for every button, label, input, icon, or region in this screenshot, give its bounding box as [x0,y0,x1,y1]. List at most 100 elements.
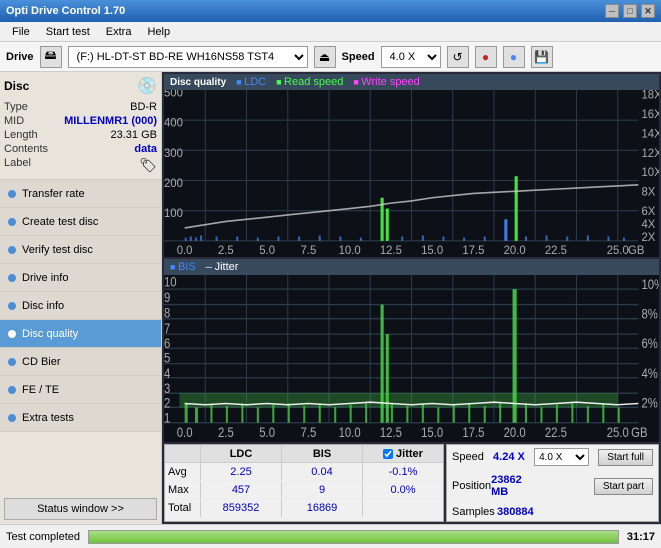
svg-text:2X: 2X [641,231,655,244]
eject-button[interactable]: ⏏ [314,46,336,68]
svg-text:7.5: 7.5 [300,244,316,257]
nav-label: Disc quality [22,328,78,340]
nav-label: FE / TE [22,384,59,396]
blue-button[interactable]: ● [503,46,525,68]
drivebar: Drive 🖴 (F:) HL-DT-ST BD-RE WH16NS58 TST… [0,42,661,72]
svg-text:7.5: 7.5 [300,424,316,441]
stats-section: LDC BIS Jitter Avg 2.25 0.04 -0.1% Max [164,444,659,522]
svg-text:18X: 18X [641,90,659,102]
nav-label: Create test disc [22,216,98,228]
label-icon: 🏷 [139,157,157,174]
svg-text:12X: 12X [641,147,659,160]
nav-fe-te[interactable]: FE / TE [0,376,161,404]
progress-bar-container [88,530,619,544]
svg-text:8X: 8X [641,185,655,198]
refresh-button[interactable]: ↺ [447,46,469,68]
col-header-empty [165,445,201,462]
nav-extra-tests[interactable]: Extra tests [0,404,161,432]
svg-text:2%: 2% [641,394,657,411]
svg-text:12.5: 12.5 [380,424,402,441]
bis-jitter-chart: ■ BIS ─ Jitter [164,259,659,442]
chart1-header: Disc quality ■ LDC ■ Read speed ■ Write … [164,74,659,90]
drive-label: Drive [6,51,34,63]
progress-bar-fill [89,531,618,543]
svg-text:10X: 10X [641,166,659,179]
nav-dot [8,246,16,254]
svg-text:500: 500 [164,90,183,100]
nav-dot [8,414,16,422]
svg-text:6%: 6% [641,335,657,352]
svg-text:14X: 14X [641,127,659,140]
nav-dot [8,358,16,366]
svg-text:20.0: 20.0 [504,244,526,257]
total-jitter [363,499,443,517]
samples-value: 380884 [497,506,534,518]
chart1-area: 500 400 300 200 100 18X 16X 14X 12X 10X … [164,90,659,257]
speed-select[interactable]: 4.0 X [381,46,441,68]
left-panel: Disc 💿 Type BD-R MID MILLENMR1 (000) Len… [0,72,162,524]
max-jitter: 0.0% [363,481,443,498]
svg-text:20.0: 20.0 [504,424,526,441]
position-label: Position [452,480,491,492]
menu-file[interactable]: File [4,24,38,40]
legend-read: ■ Read speed [276,76,343,88]
nav-dot [8,386,16,394]
nav-label: CD Bier [22,356,61,368]
svg-text:9: 9 [164,289,170,306]
svg-text:4X: 4X [641,218,655,231]
svg-text:400: 400 [164,116,183,129]
nav-label: Disc info [22,300,64,312]
minimize-button[interactable]: ─ [605,4,619,18]
nav-disc-quality[interactable]: Disc quality [0,320,161,348]
maximize-button[interactable]: □ [623,4,637,18]
svg-text:GB: GB [631,424,647,441]
svg-text:GB: GB [628,244,645,257]
menu-help[interactable]: Help [139,24,178,40]
nav-dot [8,218,16,226]
col-header-bis: BIS [282,445,363,462]
svg-text:22.5: 22.5 [545,244,567,257]
menu-start-test[interactable]: Start test [38,24,98,40]
nav-cd-bier[interactable]: CD Bier [0,348,161,376]
position-value: 23862 MB [491,474,540,498]
jitter-checkbox[interactable] [383,449,393,459]
stats-table: LDC BIS Jitter Avg 2.25 0.04 -0.1% Max [164,444,444,522]
save-button[interactable]: 💾 [531,46,553,68]
close-button[interactable]: ✕ [641,4,655,18]
main-layout: Disc 💿 Type BD-R MID MILLENMR1 (000) Len… [0,72,661,524]
nav-create-test-disc[interactable]: Create test disc [0,208,161,236]
svg-text:10: 10 [164,275,177,290]
nav-disc-info[interactable]: Disc info [0,292,161,320]
nav-drive-info[interactable]: Drive info [0,264,161,292]
nav-transfer-rate[interactable]: Transfer rate [0,180,161,208]
start-full-button[interactable]: Start full [598,449,653,466]
avg-jitter: -0.1% [363,463,443,480]
disc-label-row: Label 🏷 [4,156,157,175]
svg-text:10.0: 10.0 [339,244,361,257]
max-ldc: 457 [201,481,282,498]
nav-label: Drive info [22,272,68,284]
svg-text:5.0: 5.0 [259,424,275,441]
status-window-button[interactable]: Status window >> [4,498,157,520]
drive-select[interactable]: (F:) HL-DT-ST BD-RE WH16NS58 TST4 [68,46,308,68]
svg-text:17.5: 17.5 [462,424,484,441]
speed-label: Speed [342,51,375,63]
speed-dropdown[interactable]: 4.0 X [534,448,589,466]
start-part-button[interactable]: Start part [594,478,653,495]
svg-text:5: 5 [164,349,170,366]
drive-icon: 🖴 [40,46,62,68]
menu-extra[interactable]: Extra [98,24,140,40]
red-button[interactable]: ● [475,46,497,68]
disc-section: Disc 💿 Type BD-R MID MILLENMR1 (000) Len… [0,72,161,180]
samples-label: Samples [452,506,495,518]
nav-verify-test-disc[interactable]: Verify test disc [0,236,161,264]
avg-ldc: 2.25 [201,463,282,480]
titlebar-controls: ─ □ ✕ [605,4,655,18]
disc-quality-title: Disc quality [170,77,226,88]
svg-text:6X: 6X [641,205,655,218]
svg-text:10%: 10% [641,276,659,293]
status-time: 31:17 [627,531,655,543]
col-header-jitter: Jitter [363,445,443,462]
disc-quality-chart: Disc quality ■ LDC ■ Read speed ■ Write … [164,74,659,257]
svg-text:8%: 8% [641,305,657,322]
